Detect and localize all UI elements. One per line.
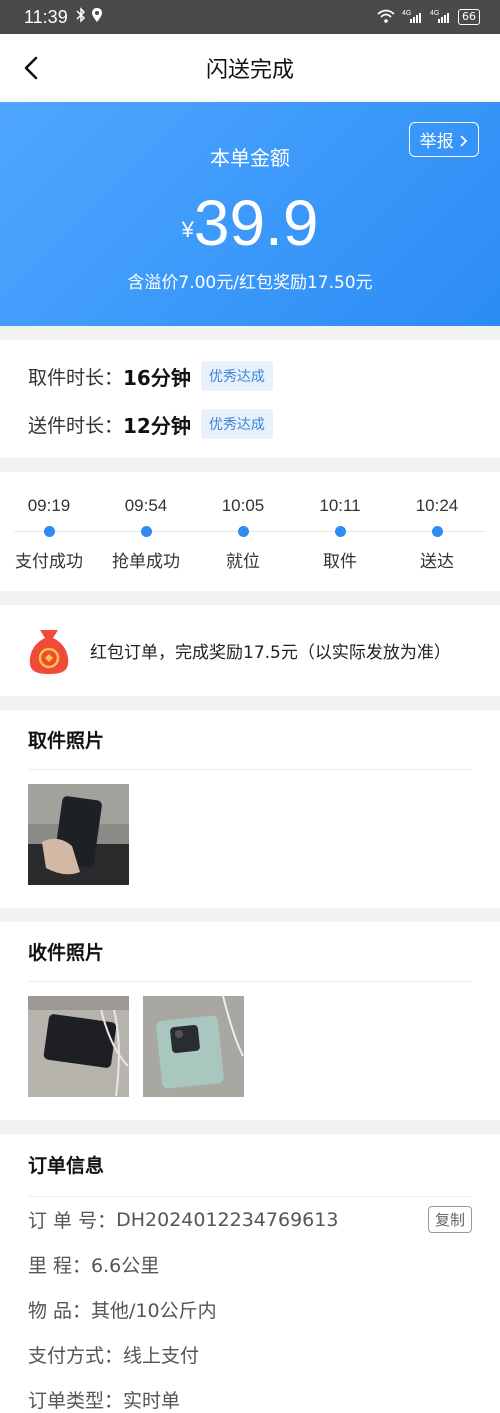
duration-label: 取件时长： [28, 366, 124, 389]
redpack-notice: 红包订单，完成奖励17.5元（以实际发放为准） [0, 605, 500, 696]
step-time: 10:24 [415, 496, 459, 515]
info-value: 其他/10公斤内 [91, 1300, 217, 1322]
step-name: 支付成功 [15, 552, 83, 572]
redpack-text: 红包订单，完成奖励17.5元（以实际发放为准） [90, 643, 451, 663]
amount-header: 举报 本单金额 ¥39.9 含溢价7.00元/红包奖励17.50元 [0, 102, 500, 326]
pickup-duration-row: 取件时长： 16分钟 优秀达成 [28, 352, 472, 400]
page-title: 闪送完成 [205, 57, 294, 82]
info-label: 订 单 号： [28, 1210, 117, 1232]
order-type-row: 订单类型： 实时单 [28, 1377, 472, 1413]
duration-value: 16分钟 [123, 365, 191, 390]
mileage-row: 里 程： 6.6公里 [28, 1242, 472, 1287]
section-title: 收件照片 [28, 922, 472, 982]
signal-icon: 4G [402, 8, 424, 27]
amount-value: 39.9 [193, 187, 319, 259]
timeline-step: 09:19 支付成功 [0, 496, 98, 572]
timeline-step: 10:11 取件 [291, 496, 389, 572]
amount-breakdown: 含溢价7.00元/红包奖励17.50元 [127, 273, 373, 293]
step-dot [140, 526, 152, 537]
status-bar: 11:39 4G 4G 66 [0, 0, 500, 34]
copy-button[interactable]: 复制 [427, 1206, 472, 1233]
wifi-icon [376, 8, 396, 27]
step-time: 09:54 [124, 496, 168, 515]
step-dot [237, 526, 249, 537]
location-icon [91, 7, 103, 28]
timeline-step: 09:54 抢单成功 [97, 496, 195, 572]
nav-bar: 闪送完成 [0, 34, 500, 102]
status-time: 11:39 [24, 6, 68, 27]
order-number-row: 订 单 号： DH2024012234769613 复制 [28, 1197, 472, 1242]
signal-icon: 4G [430, 8, 452, 27]
pickup-photos-card: 取件照片 [0, 710, 500, 908]
order-info-card: 订单信息 订 单 号： DH2024012234769613 复制 里 程： 6… [0, 1134, 500, 1413]
step-dot [43, 526, 55, 537]
step-name: 取件 [323, 552, 357, 572]
item-row: 物 品： 其他/10公斤内 [28, 1287, 472, 1332]
receive-photo[interactable] [143, 996, 244, 1097]
timeline-step: 10:24 送达 [388, 496, 486, 572]
battery-icon: 66 [458, 9, 480, 25]
payment-row: 支付方式： 线上支付 [28, 1332, 472, 1377]
info-label: 里 程： [28, 1255, 92, 1277]
section-title: 取件照片 [28, 710, 472, 770]
step-name: 就位 [226, 552, 260, 572]
delivery-duration-row: 送件时长： 12分钟 优秀达成 [28, 400, 472, 448]
amount-label: 本单金额 [210, 146, 290, 170]
receive-photos-card: 收件照片 [0, 922, 500, 1120]
order-amount: ¥39.9 [0, 186, 500, 260]
step-name: 抢单成功 [112, 552, 180, 572]
step-time: 10:11 [319, 496, 361, 515]
order-number: DH2024012234769613 [116, 1208, 339, 1231]
info-label: 物 品： [28, 1300, 92, 1322]
excellent-badge: 优秀达成 [200, 361, 273, 391]
step-time: 10:05 [221, 496, 265, 515]
currency-symbol: ¥ [181, 217, 194, 242]
timeline-step: 10:05 就位 [194, 496, 292, 572]
step-name: 送达 [420, 552, 454, 572]
svg-text:4G: 4G [402, 10, 411, 17]
pickup-photo[interactable] [28, 784, 129, 885]
duration-value: 12分钟 [123, 413, 191, 438]
info-label: 订单类型： [28, 1390, 124, 1412]
info-value: 6.6公里 [91, 1255, 160, 1277]
info-value: 实时单 [123, 1390, 181, 1412]
duration-card: 取件时长： 16分钟 优秀达成 送件时长： 12分钟 优秀达成 [0, 340, 500, 458]
bluetooth-icon [76, 6, 86, 28]
back-icon[interactable] [20, 54, 44, 82]
excellent-badge: 优秀达成 [200, 409, 273, 439]
money-bag-icon [26, 626, 72, 676]
step-dot [334, 526, 346, 537]
duration-label: 送件时长： [28, 414, 124, 437]
info-label: 支付方式： [28, 1345, 124, 1367]
step-time: 09:19 [27, 496, 71, 515]
step-dot [431, 526, 443, 537]
section-title: 订单信息 [28, 1134, 472, 1197]
svg-text:4G: 4G [430, 10, 439, 17]
receive-photo[interactable] [28, 996, 129, 1097]
order-timeline: 09:19 支付成功 09:54 抢单成功 10:05 就位 10:11 取件 … [0, 472, 500, 591]
info-value: 线上支付 [123, 1345, 200, 1367]
